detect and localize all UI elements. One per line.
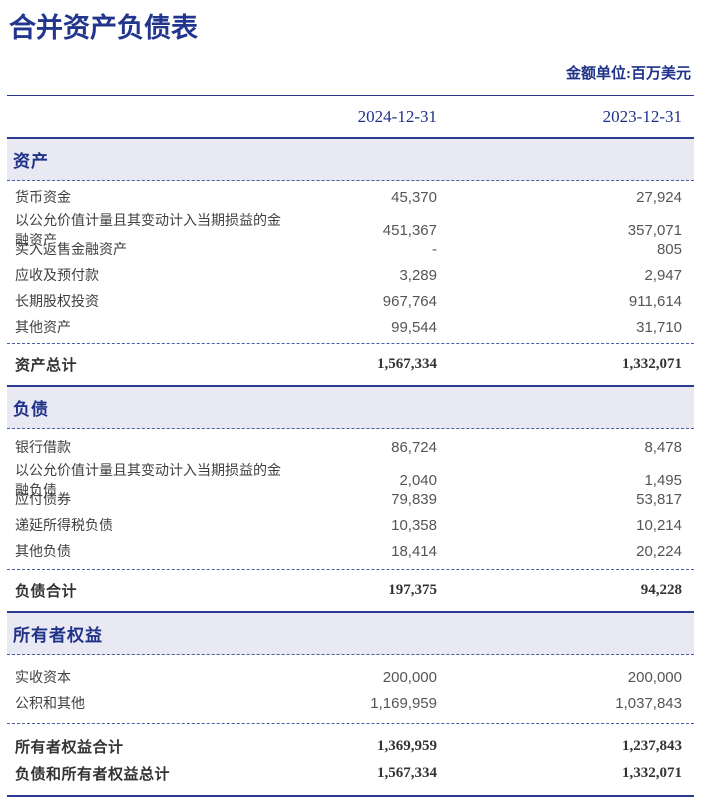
table-row: 应收及预付款 3,289 2,947 (15, 262, 682, 288)
value-2023: 200,000 (437, 669, 682, 686)
table-row: 货币资金 45,370 27,924 (15, 184, 682, 210)
total-label: 资产总计 (15, 354, 287, 375)
total-value-2024: 1,567,334 (287, 356, 437, 373)
liabilities-rows: 银行借款 86,724 8,478 以公允价值计量且其变动计入当期损益的金融负债… (7, 429, 694, 569)
total-label: 负债和所有者权益总计 (15, 763, 287, 784)
row-label: 买入返售金融资产 (15, 239, 287, 259)
column-header-2024: 2024-12-31 (287, 107, 437, 127)
value-2024: 200,000 (287, 669, 437, 686)
row-label: 应付债券 (15, 489, 287, 509)
table-row: 长期股权投资 967,764 911,614 (15, 288, 682, 314)
total-row: 负债合计 197,375 94,228 (15, 577, 682, 604)
value-2024: 86,724 (287, 439, 437, 456)
table-row: 以公允价值计量且其变动计入当期损益的金融负债 2,040 1,495 (15, 460, 682, 486)
value-2023: 53,817 (437, 491, 682, 508)
value-2024: 451,367 (287, 222, 437, 239)
row-label: 其他负债 (15, 541, 287, 561)
section-title: 负债 (13, 395, 49, 420)
total-value-2023: 1,332,071 (437, 765, 682, 782)
total-value-2024: 197,375 (287, 582, 437, 599)
unit-note: 金额单位:百万美元 (7, 62, 694, 82)
table-row: 买入返售金融资产 - 805 (15, 236, 682, 262)
total-row: 所有者权益合计 1,369,959 1,237,843 (15, 733, 682, 760)
value-2024: 2,040 (287, 472, 437, 489)
value-2024: 18,414 (287, 543, 437, 560)
value-2023: 27,924 (437, 189, 682, 206)
value-2023: 2,947 (437, 267, 682, 284)
table-row: 公积和其他 1,169,959 1,037,843 (15, 690, 682, 716)
balance-sheet-page: 合并资产负债表 金额单位:百万美元 2024-12-31 2023-12-31 … (0, 0, 701, 809)
column-header-row: 2024-12-31 2023-12-31 (7, 96, 694, 137)
total-value-2024: 1,567,334 (287, 765, 437, 782)
value-2024: 10,358 (287, 517, 437, 534)
value-2023: 805 (437, 241, 682, 258)
section-title: 所有者权益 (13, 621, 103, 646)
value-2023: 31,710 (437, 319, 682, 336)
row-label: 其他资产 (15, 317, 287, 337)
value-2023: 1,495 (437, 472, 682, 489)
row-label: 实收资本 (15, 667, 287, 687)
value-2024: 1,169,959 (287, 695, 437, 712)
total-label: 所有者权益合计 (15, 736, 287, 757)
value-2023: 10,214 (437, 517, 682, 534)
value-2024: 3,289 (287, 267, 437, 284)
value-2023: 1,037,843 (437, 695, 682, 712)
total-value-2023: 1,332,071 (437, 356, 682, 373)
row-label: 应收及预付款 (15, 265, 287, 285)
row-label: 递延所得税负债 (15, 515, 287, 535)
value-2024: 967,764 (287, 293, 437, 310)
liabilities-total-block: 负债合计 197,375 94,228 (7, 569, 694, 611)
table-row: 递延所得税负债 10,358 10,214 (15, 512, 682, 538)
footer-divider (7, 795, 694, 797)
value-2023: 8,478 (437, 439, 682, 456)
total-row: 负债和所有者权益总计 1,567,334 1,332,071 (15, 760, 682, 787)
row-label: 货币资金 (15, 187, 287, 207)
value-2023: 20,224 (437, 543, 682, 560)
section-header-equity: 所有者权益 (7, 611, 694, 655)
row-label: 银行借款 (15, 437, 287, 457)
equity-rows: 实收资本 200,000 200,000 公积和其他 1,169,959 1,0… (7, 655, 694, 723)
table-row: 以公允价值计量且其变动计入当期损益的金融资产 451,367 357,071 (15, 210, 682, 236)
section-header-liabilities: 负债 (7, 385, 694, 429)
section-title: 资产 (13, 147, 49, 172)
row-label: 公积和其他 (15, 693, 287, 713)
total-row: 资产总计 1,567,334 1,332,071 (15, 351, 682, 378)
page-title: 合并资产负债表 (7, 0, 694, 44)
total-value-2023: 1,237,843 (437, 738, 682, 755)
value-2023: 357,071 (437, 222, 682, 239)
value-2023: 911,614 (437, 293, 682, 310)
table-row: 银行借款 86,724 8,478 (15, 434, 682, 460)
assets-total-block: 资产总计 1,567,334 1,332,071 (7, 343, 694, 385)
table-row: 实收资本 200,000 200,000 (15, 664, 682, 690)
value-2024: 79,839 (287, 491, 437, 508)
assets-rows: 货币资金 45,370 27,924 以公允价值计量且其变动计入当期损益的金融资… (7, 181, 694, 343)
table-row: 其他负债 18,414 20,224 (15, 538, 682, 564)
value-2024: - (287, 241, 437, 258)
column-header-2023: 2023-12-31 (437, 107, 682, 127)
equity-total-block: 所有者权益合计 1,369,959 1,237,843 负债和所有者权益总计 1… (7, 723, 694, 795)
table-row: 其他资产 99,544 31,710 (15, 314, 682, 340)
section-header-assets: 资产 (7, 137, 694, 181)
value-2024: 99,544 (287, 319, 437, 336)
total-value-2024: 1,369,959 (287, 738, 437, 755)
row-label: 长期股权投资 (15, 291, 287, 311)
total-label: 负债合计 (15, 580, 287, 601)
total-value-2023: 94,228 (437, 582, 682, 599)
table-row: 应付债券 79,839 53,817 (15, 486, 682, 512)
value-2024: 45,370 (287, 189, 437, 206)
